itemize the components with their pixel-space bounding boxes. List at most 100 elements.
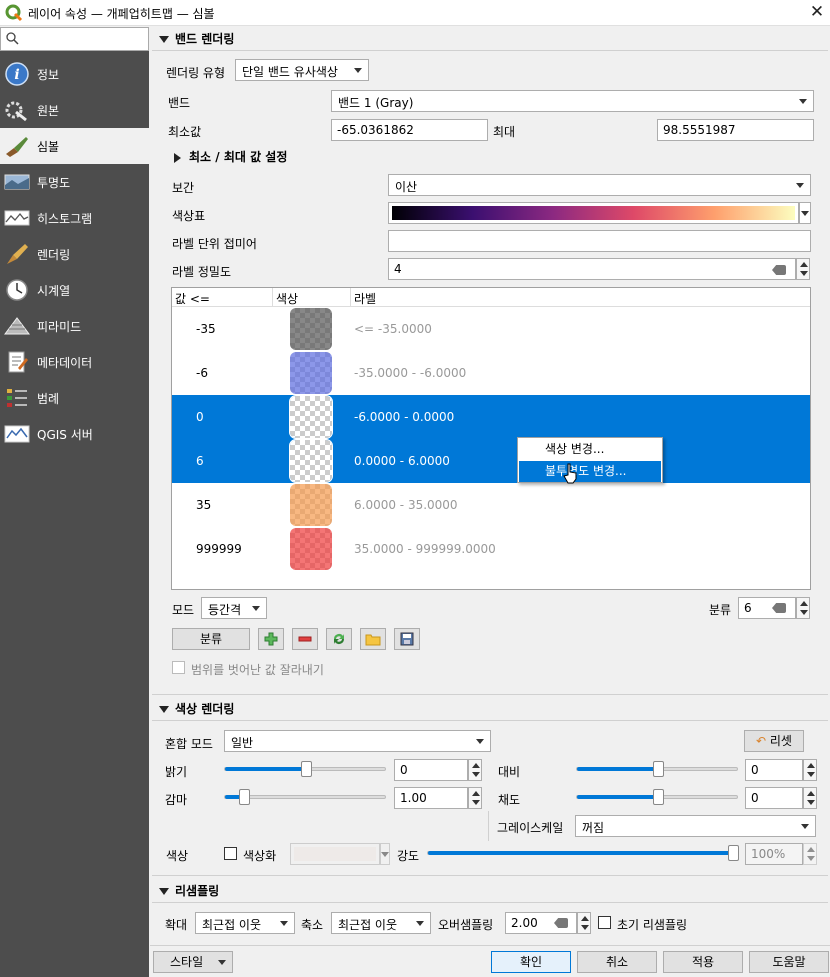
table-row[interactable]: 6 0.0000 - 6.0000: [172, 439, 810, 483]
class-value[interactable]: 35: [196, 498, 211, 512]
slider-handle[interactable]: [653, 761, 664, 777]
class-label[interactable]: -6.0000 - 0.0000: [354, 410, 454, 424]
sidebar-item-symbology[interactable]: 심볼: [0, 128, 149, 164]
class-color-swatch[interactable]: [289, 439, 333, 483]
strength-spinner[interactable]: [803, 843, 817, 865]
slider-handle[interactable]: [301, 761, 312, 777]
slider-handle[interactable]: [239, 789, 251, 805]
menu-item-change-opacity[interactable]: 불투명도 변경...: [519, 461, 661, 482]
color-ramp-dropdown[interactable]: [799, 202, 811, 224]
label-suffix-input[interactable]: [388, 230, 811, 252]
band-rendering-header[interactable]: 밴드 렌더링: [153, 30, 234, 50]
saturation-spinner[interactable]: [803, 787, 817, 809]
column-header-value[interactable]: 값 <=: [175, 290, 210, 307]
zoomout-select[interactable]: 최근접 이웃: [331, 912, 431, 934]
table-row[interactable]: -6 -35.0000 - -6.0000: [172, 351, 810, 395]
slider-handle[interactable]: [728, 845, 739, 861]
class-color-swatch[interactable]: [289, 395, 333, 439]
contrast-spinner[interactable]: [803, 759, 817, 781]
blend-mode-select[interactable]: 일반: [224, 730, 491, 752]
resampling-header[interactable]: 리샘플링: [153, 882, 219, 902]
classes-spinner[interactable]: [796, 597, 810, 619]
table-row[interactable]: 35 6.0000 - 35.0000: [172, 483, 810, 527]
class-label[interactable]: -35.0000 - -6.0000: [354, 366, 466, 380]
gamma-spinner[interactable]: [468, 787, 482, 809]
class-color-swatch[interactable]: [290, 528, 332, 570]
sidebar-item-histogram[interactable]: 히스토그램: [0, 200, 149, 236]
class-value[interactable]: 999999: [196, 542, 242, 556]
label-precision-input[interactable]: 4: [388, 258, 796, 280]
apply-button[interactable]: 적용: [663, 951, 743, 973]
menu-item-change-color[interactable]: 색상 변경...: [519, 439, 661, 460]
table-row[interactable]: 999999 35.0000 - 999999.0000: [172, 527, 810, 571]
reset-button[interactable]: ↶ 리셋: [744, 730, 804, 752]
sidebar-item-temporal[interactable]: 시계열: [0, 272, 149, 308]
class-color-swatch[interactable]: [290, 484, 332, 526]
class-label[interactable]: 0.0000 - 6.0000: [354, 454, 450, 468]
gamma-slider[interactable]: [224, 789, 386, 805]
sidebar-item-pyramids[interactable]: 피라미드: [0, 308, 149, 344]
class-color-swatch[interactable]: [290, 308, 332, 350]
brightness-slider[interactable]: [224, 761, 386, 777]
remove-class-button[interactable]: [292, 628, 318, 650]
color-ramp-button[interactable]: [388, 202, 799, 224]
reverse-colors-button[interactable]: [326, 628, 352, 650]
render-type-select[interactable]: 단일 밴드 유사색상: [235, 59, 369, 81]
color-rendering-header[interactable]: 색상 렌더링: [153, 700, 234, 720]
contrast-input[interactable]: 0: [745, 759, 803, 781]
load-classes-button[interactable]: [360, 628, 386, 650]
early-resampling-checkbox[interactable]: [598, 916, 611, 929]
cancel-button[interactable]: 취소: [577, 951, 657, 973]
colorize-color-dropdown[interactable]: [380, 843, 390, 865]
min-value-input[interactable]: -65.0361862: [331, 119, 488, 141]
strength-input[interactable]: 100%: [745, 843, 803, 865]
max-value-input[interactable]: 98.5551987: [657, 119, 814, 141]
contrast-slider[interactable]: [576, 761, 738, 777]
column-header-label[interactable]: 라벨: [354, 290, 376, 307]
sidebar-item-info[interactable]: i 정보: [0, 56, 149, 92]
sidebar-item-legend[interactable]: 범례: [0, 380, 149, 416]
minmax-settings-toggle[interactable]: 최소 / 최대 값 설정: [174, 148, 287, 165]
class-label[interactable]: 6.0000 - 35.0000: [354, 498, 458, 512]
sidebar-search-input[interactable]: [0, 27, 149, 51]
saturation-input[interactable]: 0: [745, 787, 803, 809]
help-button[interactable]: 도움말: [749, 951, 829, 973]
brightness-spinner[interactable]: [468, 759, 482, 781]
band-select[interactable]: 밴드 1 (Gray): [331, 90, 814, 112]
grayscale-select[interactable]: 꺼짐: [575, 815, 816, 837]
brightness-input[interactable]: 0: [394, 759, 468, 781]
precision-spinner[interactable]: [796, 258, 810, 280]
class-value[interactable]: 6: [196, 454, 204, 468]
class-label[interactable]: <= -35.0000: [354, 322, 432, 336]
zoomin-select[interactable]: 최근접 이웃: [195, 912, 295, 934]
mode-select[interactable]: 등간격: [201, 597, 267, 619]
class-table[interactable]: 값 <= 색상 라벨 -35 <= -35.0000 -6 -35.0000 - -6…: [171, 287, 811, 590]
close-icon[interactable]: ✕: [806, 1, 828, 23]
slider-handle[interactable]: [653, 789, 664, 805]
classes-input[interactable]: 6: [738, 597, 796, 619]
ok-button[interactable]: 확인: [491, 951, 571, 973]
class-label[interactable]: 35.0000 - 999999.0000: [354, 542, 496, 556]
sidebar-item-qgis-server[interactable]: QGIS 서버: [0, 416, 149, 452]
interpolation-select[interactable]: 이산: [388, 174, 811, 196]
add-class-button[interactable]: [258, 628, 284, 650]
colorize-color-button[interactable]: [290, 843, 380, 865]
oversampling-spinner[interactable]: [577, 912, 591, 934]
strength-slider[interactable]: [427, 845, 739, 861]
sidebar-item-source[interactable]: 원본: [0, 92, 149, 128]
saturation-slider[interactable]: [576, 789, 738, 805]
table-row[interactable]: -35 <= -35.0000: [172, 307, 810, 351]
sidebar-item-rendering[interactable]: 렌더링: [0, 236, 149, 272]
column-header-color[interactable]: 색상: [276, 290, 298, 307]
class-value[interactable]: 0: [196, 410, 204, 424]
save-classes-button[interactable]: [394, 628, 420, 650]
class-color-swatch[interactable]: [290, 352, 332, 394]
classify-button[interactable]: 분류: [172, 628, 250, 650]
class-value[interactable]: -6: [196, 366, 208, 380]
colorize-checkbox[interactable]: [224, 847, 237, 860]
style-button[interactable]: 스타일: [153, 951, 233, 973]
table-row[interactable]: 0 -6.0000 - 0.0000: [172, 395, 810, 439]
sidebar-item-metadata[interactable]: 메타데이터: [0, 344, 149, 380]
sidebar-item-transparency[interactable]: 투명도: [0, 164, 149, 200]
class-value[interactable]: -35: [196, 322, 216, 336]
